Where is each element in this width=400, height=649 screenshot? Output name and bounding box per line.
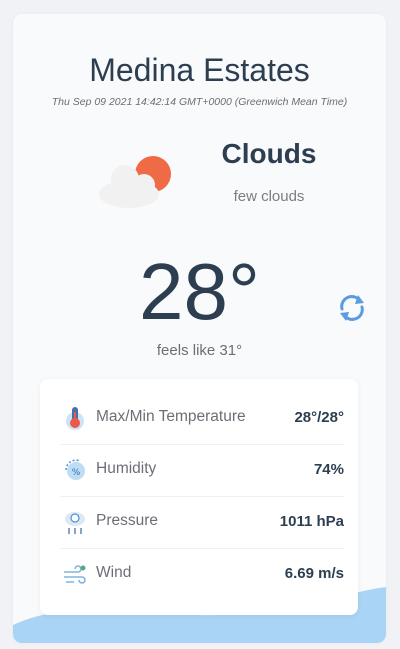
- wind-icon: [64, 565, 86, 584]
- city-name: Medina Estates: [89, 52, 310, 88]
- detail-row-pressure: Pressure 1011 hPa: [60, 496, 344, 549]
- weather-description: few clouds: [233, 188, 305, 205]
- feels-like: feels like 31°: [156, 342, 243, 359]
- detail-row-wind: Wind 6.69 m/s: [60, 548, 344, 600]
- detail-label: Max/Min Temperature: [96, 408, 246, 425]
- detail-label: Pressure: [96, 512, 159, 529]
- weather-details-panel: Max/Min Temperature 28°/28° % Humidity 7…: [40, 379, 358, 615]
- detail-label: Humidity: [96, 460, 157, 477]
- date-time: Thu Sep 09 2021 14:42:14 GMT+0000 (Green…: [51, 96, 348, 108]
- sun-behind-cloud-icon: [99, 156, 171, 208]
- weather-card: Medina Estates Thu Sep 09 2021 14:42:14 …: [13, 14, 386, 643]
- detail-label: Wind: [96, 564, 132, 581]
- humidity-icon: %: [65, 459, 85, 480]
- svg-text:%: %: [72, 468, 81, 478]
- detail-value: 74%: [313, 461, 344, 478]
- thermometer-icon: [66, 407, 84, 430]
- detail-value: 6.69 m/s: [284, 565, 344, 582]
- refresh-icon[interactable]: [336, 292, 368, 324]
- current-temperature: 28°: [139, 247, 260, 336]
- detail-row-temperature: Max/Min Temperature 28°/28°: [60, 392, 344, 445]
- detail-row-humidity: % Humidity 74%: [60, 444, 344, 497]
- detail-value: 28°/28°: [294, 409, 344, 426]
- detail-value: 1011 hPa: [279, 513, 344, 530]
- weather-condition: Clouds: [221, 138, 317, 169]
- pressure-icon: [65, 512, 85, 534]
